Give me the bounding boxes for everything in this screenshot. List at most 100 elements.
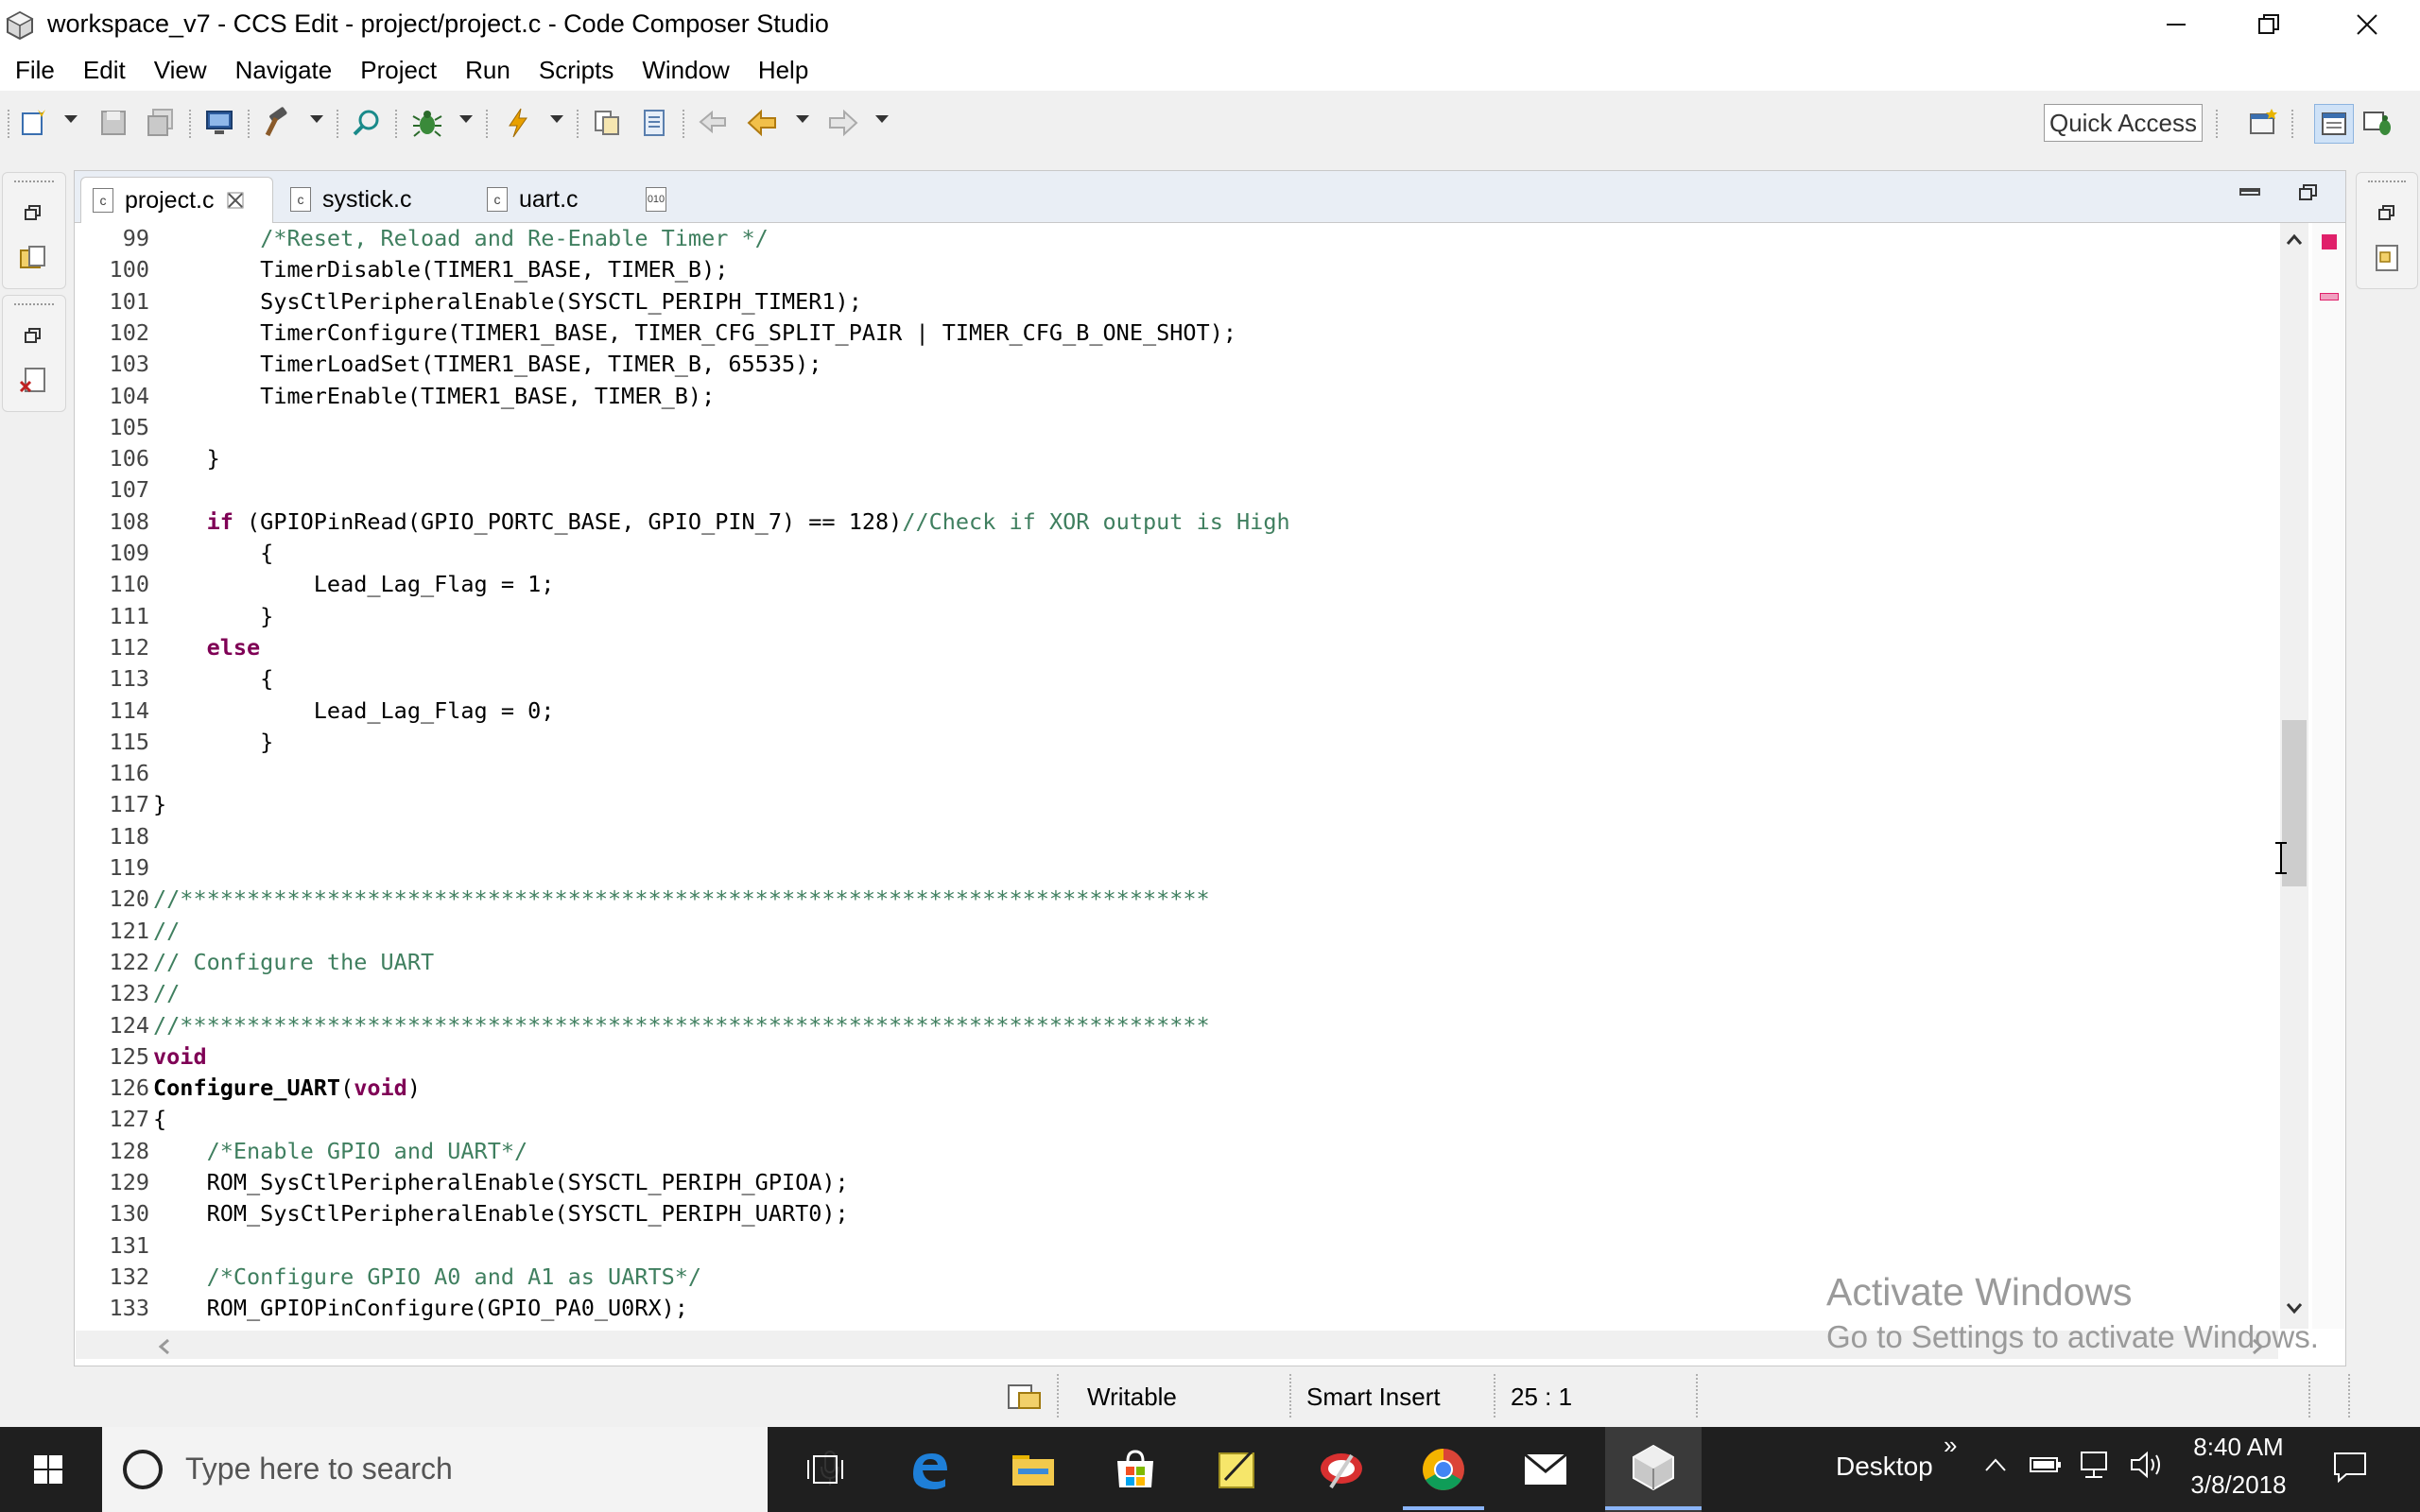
toggle-mark-occurrences-button[interactable] [590,106,624,140]
new-dropdown-arrow[interactable] [64,115,78,123]
code-line[interactable]: 113 { [76,663,274,695]
code-line[interactable]: 106 } [76,443,220,474]
forward-dropdown-arrow[interactable] [875,115,889,123]
code-line[interactable]: 132 /*Configure GPIO A0 and A1 as UARTS*… [76,1262,702,1293]
menu-file[interactable]: File [0,56,68,85]
problems-view-button[interactable] [16,364,50,398]
restore-view-button[interactable] [16,318,50,352]
last-edit-location-button[interactable] [696,106,730,140]
code-line[interactable]: 112 else [76,632,261,663]
code-line[interactable]: 104 TimerEnable(TIMER1_BASE, TIMER_B); [76,381,716,412]
store-taskbar-button[interactable] [1106,1440,1165,1499]
debug-dropdown-arrow[interactable] [459,115,473,123]
code-editor[interactable]: 99 /*Reset, Reload and Re-Enable Timer *… [76,223,2278,1329]
new-button[interactable] [17,106,51,140]
code-line[interactable]: 131 [76,1230,153,1262]
code-line[interactable]: 121// [76,916,181,947]
back-dropdown-arrow[interactable] [796,115,809,123]
tab-systick-c[interactable]: c systick.c [279,177,468,222]
build-button[interactable] [261,106,295,140]
minimize-editor-icon[interactable] [2239,188,2260,196]
ccs-debug-perspective-button[interactable] [2361,106,2395,140]
open-terminal-button[interactable] [202,106,236,140]
code-line[interactable]: 129 ROM_SysCtlPeripheralEnable(SYSCTL_PE… [76,1167,849,1198]
code-line[interactable]: 103 TimerLoadSet(TIMER1_BASE, TIMER_B, 6… [76,349,822,380]
code-line[interactable]: 124//***********************************… [76,1010,1210,1041]
start-button[interactable] [19,1440,78,1499]
scroll-left-icon[interactable] [157,1338,170,1355]
overview-ruler[interactable] [2312,223,2344,1329]
network-icon[interactable] [2078,1450,2116,1480]
code-line[interactable]: 126 Configure_UART(void) [76,1073,421,1104]
file-explorer-taskbar-button[interactable] [1004,1440,1063,1499]
battery-icon[interactable] [2029,1453,2063,1476]
flash-dropdown-arrow[interactable] [550,115,563,123]
show-whitespace-button[interactable] [637,106,671,140]
maximize-editor-icon[interactable] [2298,182,2319,203]
code-line[interactable]: 127{ [76,1104,167,1135]
error-marker[interactable] [2322,234,2337,249]
clock-time[interactable]: 8:40 AM [2189,1433,2288,1462]
scroll-down-icon[interactable] [2286,1302,2303,1315]
close-tab-icon[interactable] [227,192,244,209]
restore-button[interactable] [2223,0,2314,49]
save-all-button[interactable] [144,106,178,140]
code-line[interactable]: 111 } [76,601,274,632]
project-explorer-button[interactable] [16,241,50,275]
tab-uart-c[interactable]: c uart.c [475,177,636,222]
sticky-notes-taskbar-button[interactable] [1208,1440,1267,1499]
menu-view[interactable]: View [139,56,220,85]
snipping-tool-taskbar-button[interactable] [1312,1440,1371,1499]
restore-view-button[interactable] [16,196,50,230]
code-line[interactable]: 117} [76,789,167,820]
flash-button[interactable] [501,106,535,140]
debug-button[interactable] [410,106,444,140]
desktop-toolbar-expand-icon[interactable]: » [1944,1431,1957,1460]
code-line[interactable]: 115 } [76,727,274,758]
close-button[interactable] [2322,0,2412,49]
quick-access-input[interactable]: Quick Access [2044,104,2203,142]
search-references-button[interactable] [350,106,384,140]
outline-view-button[interactable] [2370,241,2404,275]
tab-project-c[interactable]: c project.c [80,177,273,223]
desktop-toolbar-label[interactable]: Desktop [1836,1452,1933,1482]
status-cursor-position[interactable]: 25 : 1 [1511,1378,1572,1416]
edge-taskbar-button[interactable] [900,1440,959,1499]
menu-run[interactable]: Run [450,56,524,85]
menu-project[interactable]: Project [345,56,450,85]
status-insert-mode[interactable]: Smart Insert [1306,1378,1441,1416]
code-line[interactable]: 110 Lead_Lag_Flag = 1; [76,569,555,600]
forward-button[interactable] [826,106,860,140]
chrome-taskbar-button[interactable] [1414,1440,1473,1499]
code-line[interactable]: 133 ROM_GPIOPinConfigure(GPIO_PA0_U0RX); [76,1293,688,1324]
code-line[interactable]: 99 /*Reset, Reload and Re-Enable Timer *… [76,223,769,254]
memory-monitor-icon[interactable] [1006,1380,1044,1414]
ccs-edit-perspective-button[interactable] [2314,104,2354,144]
action-center-icon[interactable] [2331,1450,2369,1484]
code-line[interactable]: 123// [76,978,181,1009]
code-line[interactable]: 107 [76,474,153,506]
code-line[interactable]: 100 TimerDisable(TIMER1_BASE, TIMER_B); [76,254,729,285]
build-dropdown-arrow[interactable] [310,115,323,123]
menu-edit[interactable]: Edit [68,56,139,85]
code-line[interactable]: 120//***********************************… [76,884,1210,915]
volume-icon[interactable] [2129,1450,2167,1480]
open-perspective-button[interactable] [2246,106,2280,140]
taskbar-search[interactable]: Type here to search [102,1427,839,1512]
mail-taskbar-button[interactable] [1516,1440,1575,1499]
menu-navigate[interactable]: Navigate [220,56,346,85]
annotation-marker[interactable] [2320,293,2339,301]
back-button[interactable] [745,106,779,140]
code-line[interactable]: 130 ROM_SysCtlPeripheralEnable(SYSCTL_PE… [76,1198,849,1229]
menu-scripts[interactable]: Scripts [524,56,627,85]
code-line[interactable]: 108 if (GPIOPinRead(GPIO_PORTC_BASE, GPI… [76,507,1290,538]
task-view-button[interactable] [796,1440,855,1499]
show-hidden-icons-icon[interactable] [1983,1455,2008,1474]
code-line[interactable]: 109 { [76,538,274,569]
code-line[interactable]: 114 Lead_Lag_Flag = 0; [76,696,555,727]
code-line[interactable]: 101 SysCtlPeripheralEnable(SYSCTL_PERIPH… [76,286,862,318]
code-line[interactable]: 102 TimerConfigure(TIMER1_BASE, TIMER_CF… [76,318,1236,349]
tab-binary-file[interactable]: 010 [634,177,691,222]
scroll-up-icon[interactable] [2286,232,2303,246]
code-line[interactable]: 125 void [76,1041,207,1073]
